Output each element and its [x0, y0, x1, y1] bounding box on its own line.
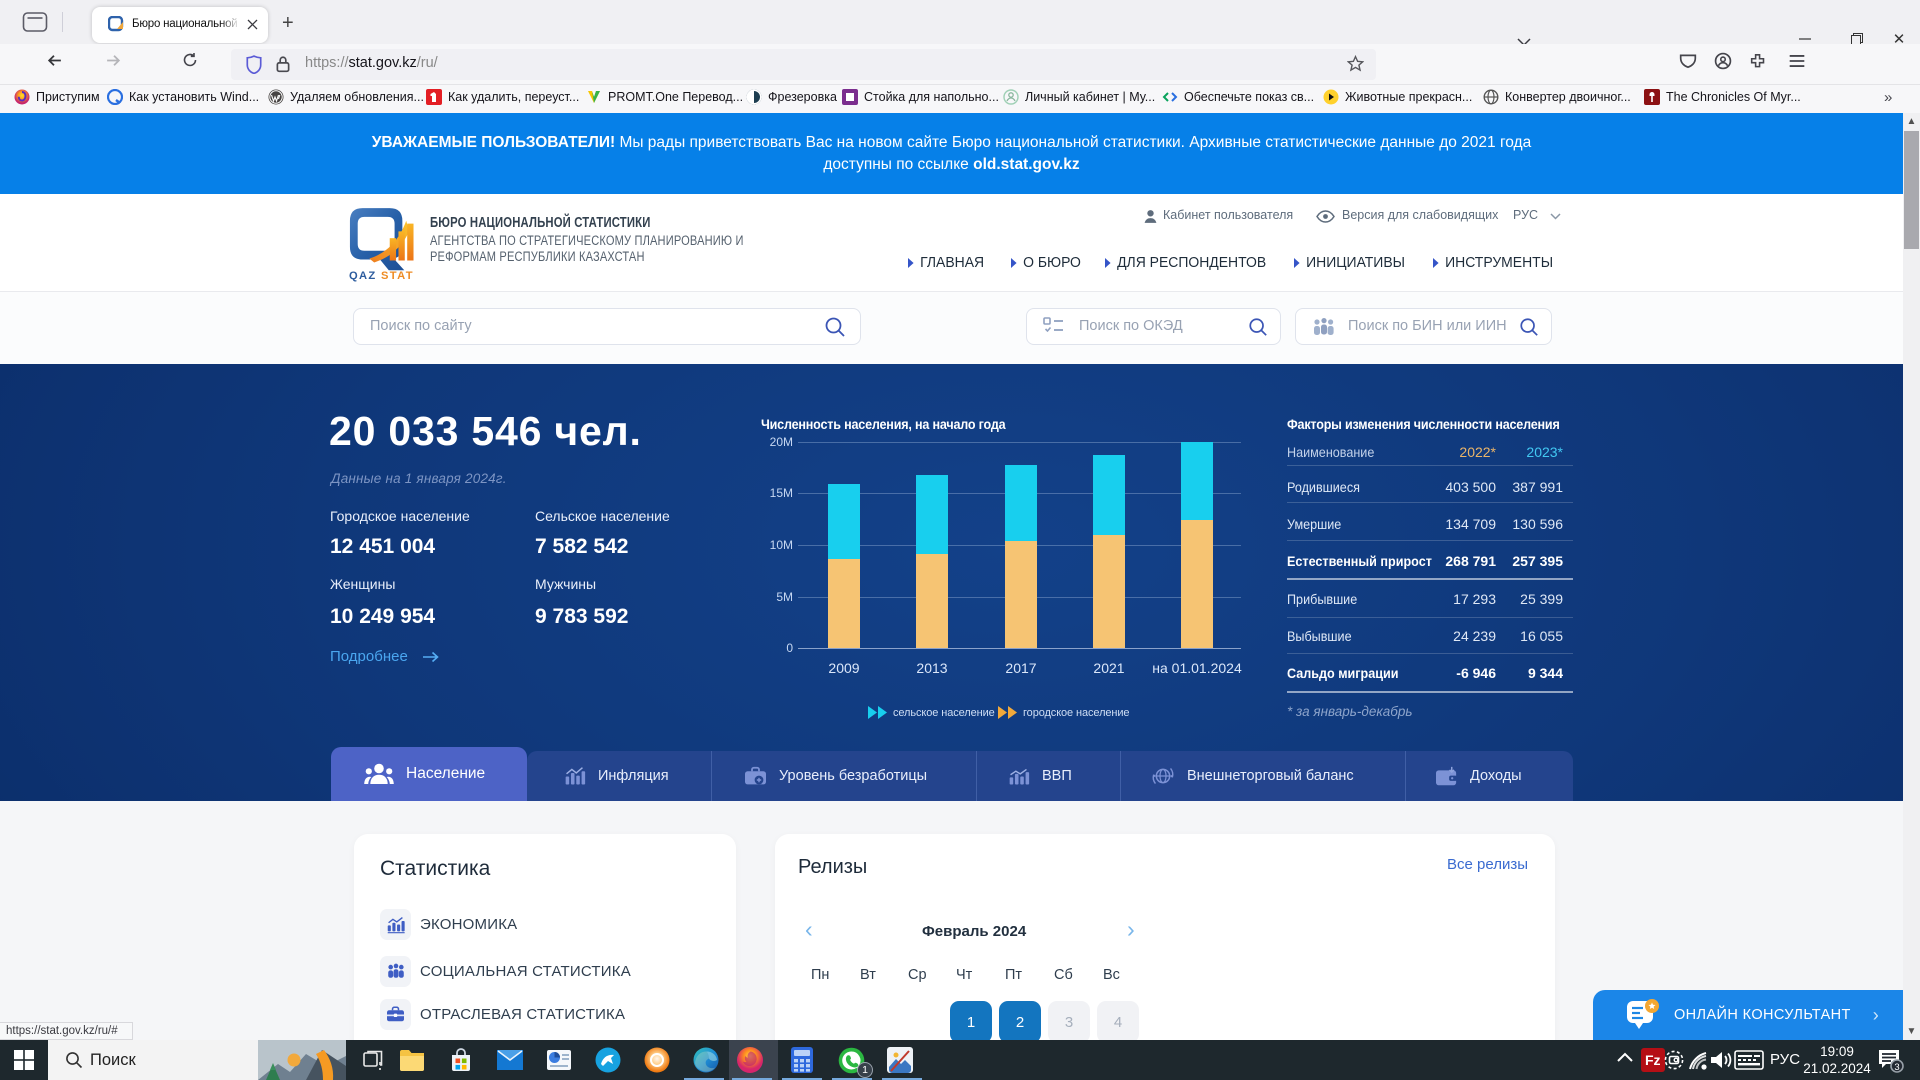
svg-text:3: 3 — [1894, 1062, 1899, 1073]
svg-text:QAZ: QAZ — [349, 270, 377, 282]
svg-text:STAT: STAT — [381, 270, 414, 282]
svg-text:Fz: Fz — [1645, 1052, 1661, 1068]
